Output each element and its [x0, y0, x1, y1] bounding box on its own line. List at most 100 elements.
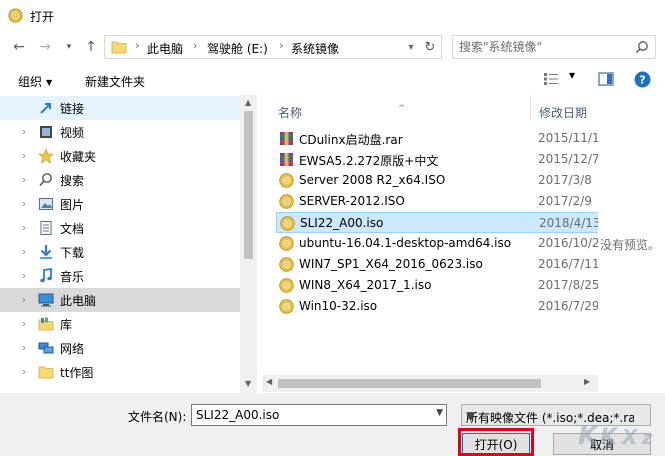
organize-label: 组织	[18, 75, 43, 89]
nav-item[interactable]: › 图片	[0, 192, 240, 216]
file-row[interactable]: Server 2008 R2_x64.ISO 2017/3/8	[276, 170, 598, 191]
refresh-button[interactable]: ↻	[421, 38, 439, 56]
nav-scrollbar-thumb[interactable]	[244, 111, 253, 259]
organize-menu[interactable]: 组织 ▼	[18, 73, 52, 90]
file-row[interactable]: SLI22_A00.iso 2018/4/13	[276, 212, 598, 233]
search-input[interactable]	[459, 39, 629, 55]
forward-button[interactable]: →	[36, 39, 54, 55]
video-icon	[38, 124, 54, 140]
chevron-right-icon[interactable]: ›	[22, 199, 32, 210]
recent-locations-button[interactable]: ▾	[60, 39, 78, 55]
star-icon	[38, 148, 54, 164]
chevron-right-icon[interactable]: ›	[22, 223, 32, 234]
file-type-select[interactable]: 所有映像文件 (*.iso;*.dea;*.rar ▼	[461, 404, 651, 426]
scroll-right-icon[interactable]: ▶	[584, 377, 590, 386]
cancel-button[interactable]: 取消	[553, 433, 651, 455]
document-icon	[38, 220, 54, 236]
new-folder-label: 新建文件夹	[85, 75, 146, 89]
filename-field[interactable]: ▼	[191, 404, 447, 426]
nav-item[interactable]: 链接	[0, 96, 240, 120]
back-button[interactable]: ←	[10, 39, 28, 55]
nav-item-label: 收藏夹	[60, 149, 97, 164]
chevron-right-icon[interactable]: ›	[22, 175, 32, 186]
file-name: EWSA5.2.272原版+中文	[299, 154, 439, 168]
open-button[interactable]: 打开(O)	[462, 433, 530, 455]
chevron-right-icon[interactable]: ›	[22, 343, 32, 354]
chevron-down-icon: ▾	[66, 42, 72, 52]
help-button[interactable]: ?	[634, 71, 651, 91]
address-dropdown-button[interactable]: ▾	[403, 38, 419, 56]
chevron-right-icon[interactable]: ›	[22, 367, 32, 378]
column-divider[interactable]	[530, 95, 531, 121]
file-date: 2015/12/7	[538, 152, 598, 166]
file-row[interactable]: ubuntu-16.04.1-desktop-amd64.iso 2016/10/…	[276, 233, 598, 254]
nav-item[interactable]: › 下载	[0, 240, 240, 264]
nav-scrollbar[interactable]: ▲ ▼	[240, 95, 257, 393]
chevron-right-icon[interactable]: ›	[22, 247, 32, 258]
file-list: ^ 名称 修改日期 CDulinx启动盘.rar 2015/11/1 EWSA5.2…	[262, 95, 598, 393]
nav-item[interactable]: › 文档	[0, 216, 240, 240]
link-icon	[38, 100, 54, 116]
preview-pane-button[interactable]	[598, 72, 614, 89]
scroll-up-icon[interactable]: ▲	[245, 98, 251, 107]
svg-text:?: ?	[639, 74, 645, 87]
chevron-right-icon[interactable]: ›	[22, 271, 32, 282]
file-row[interactable]: WIN7_SP1_X64_2016_0623.iso 2016/7/11	[276, 254, 598, 275]
file-row[interactable]: WIN8_X64_2017_1.iso 2017/8/25	[276, 275, 598, 296]
change-view-button[interactable]	[543, 72, 559, 89]
preview-empty-text: 没有预览。	[600, 238, 661, 252]
rar-archive-icon	[279, 131, 294, 146]
filename-input[interactable]	[196, 408, 426, 422]
scroll-left-icon[interactable]: ◀	[266, 377, 272, 386]
breadcrumb-folder[interactable]: 系统镜像	[291, 40, 339, 57]
library-icon	[38, 316, 54, 332]
filename-label: 文件名(N):	[128, 410, 187, 424]
disc-image-icon	[279, 194, 294, 209]
preview-pane-icon	[598, 72, 614, 86]
file-row[interactable]: CDulinx启动盘.rar 2015/11/1	[276, 128, 598, 149]
breadcrumb-drive[interactable]: 驾驶舱 (E:)	[207, 40, 268, 57]
address-bar[interactable]: › 此电脑 › 驾驶舱 (E:) › 系统镜像 ▾ ↻	[104, 35, 442, 59]
breadcrumb-this-pc[interactable]: 此电脑	[147, 40, 183, 57]
nav-item-label: 链接	[60, 101, 85, 116]
title-bar: 打开	[0, 0, 665, 31]
scroll-down-icon[interactable]: ▼	[245, 379, 251, 388]
nav-item[interactable]: › 库	[0, 312, 240, 336]
column-header-modified[interactable]: 修改日期	[539, 104, 587, 121]
disc-image-icon	[279, 299, 294, 314]
chevron-right-icon[interactable]: ›	[22, 127, 32, 138]
nav-item-label: tt作图	[60, 365, 94, 380]
file-name: SLI22_A00.iso	[300, 216, 384, 230]
column-header-name[interactable]: 名称	[278, 104, 302, 121]
caret-down-icon: ▼	[46, 78, 53, 87]
chevron-right-icon[interactable]: ›	[22, 319, 32, 330]
nav-item[interactable]: › 搜索	[0, 168, 240, 192]
file-name: ubuntu-16.04.1-desktop-amd64.iso	[299, 236, 512, 250]
chevron-right-icon[interactable]: ›	[22, 295, 32, 306]
music-icon	[38, 268, 54, 284]
nav-item[interactable]: › 收藏夹	[0, 144, 240, 168]
horizontal-scrollbar-thumb[interactable]	[278, 379, 541, 388]
search-box[interactable]	[452, 35, 656, 59]
new-folder-button[interactable]: 新建文件夹	[85, 73, 145, 90]
folder-icon	[111, 41, 127, 54]
nav-item[interactable]: › 视频	[0, 120, 240, 144]
view-options-dropdown[interactable]: ▼	[569, 71, 575, 80]
file-date: 2017/2/9	[538, 194, 592, 208]
arrow-right-icon: →	[39, 39, 51, 55]
file-row[interactable]: EWSA5.2.272原版+中文 2015/12/7	[276, 149, 598, 170]
file-row[interactable]: SERVER-2012.ISO 2017/2/9	[276, 191, 598, 212]
nav-item[interactable]: › 网络	[0, 336, 240, 360]
horizontal-scrollbar[interactable]: ◀ ▶	[262, 375, 598, 392]
nav-item[interactable]: › 此电脑	[0, 288, 240, 312]
chevron-down-icon: ▾	[408, 41, 414, 53]
arrow-left-icon: ←	[13, 39, 25, 55]
up-button[interactable]: ↑	[82, 39, 100, 55]
refresh-icon: ↻	[424, 39, 436, 55]
chevron-down-icon[interactable]: ▼	[436, 408, 443, 418]
chevron-right-icon[interactable]: ›	[22, 151, 32, 162]
disc-image-icon	[279, 257, 294, 272]
file-row[interactable]: Win10-32.iso 2016/7/29	[276, 296, 598, 317]
nav-item[interactable]: › 音乐	[0, 264, 240, 288]
nav-item[interactable]: › tt作图	[0, 360, 240, 384]
